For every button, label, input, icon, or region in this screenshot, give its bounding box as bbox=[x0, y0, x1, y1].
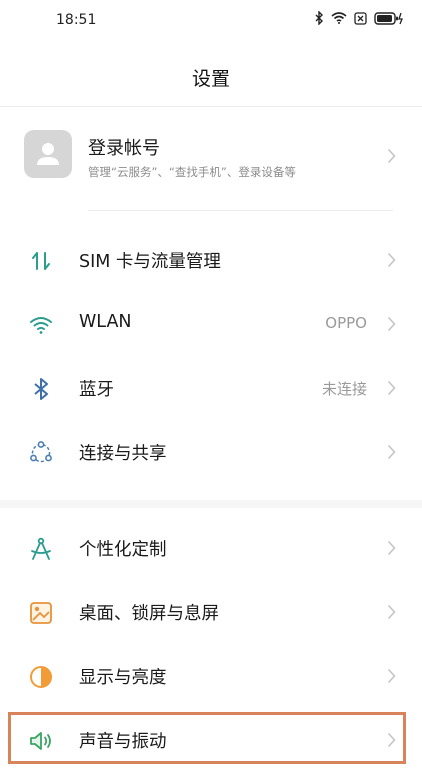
item-label: 蓝牙 bbox=[79, 380, 114, 400]
settings-item-bluetooth[interactable]: 蓝牙 未连接 bbox=[0, 356, 422, 420]
account-divider bbox=[88, 210, 393, 211]
status-bar: 18:51 bbox=[0, 0, 422, 40]
bluetooth-icon bbox=[34, 378, 48, 400]
wifi-icon bbox=[30, 317, 52, 334]
compass-icon bbox=[31, 537, 51, 560]
chevron-right-icon bbox=[387, 252, 396, 268]
item-value: 未连接 bbox=[321, 380, 367, 398]
item-label: 连接与共享 bbox=[79, 444, 167, 464]
no-sim-icon bbox=[354, 11, 367, 25]
status-time: 18:51 bbox=[56, 12, 97, 28]
chevron-right-icon bbox=[387, 380, 396, 396]
sim-data-icon bbox=[32, 252, 50, 270]
wallpaper-icon bbox=[30, 602, 52, 624]
wifi-status-icon bbox=[331, 12, 347, 24]
chevron-right-icon bbox=[387, 540, 396, 556]
item-value: OPPO bbox=[325, 314, 367, 332]
account-title: 登录帐号 bbox=[88, 138, 160, 159]
settings-item-sim[interactable]: SIM 卡与流量管理 bbox=[0, 228, 422, 292]
account-subtitle: 管理“云服务”、“查找手机”、登录设备等 bbox=[88, 165, 296, 179]
battery-charging-icon bbox=[374, 11, 403, 25]
status-icons bbox=[314, 11, 404, 25]
settings-item-connection-sharing[interactable]: 连接与共享 bbox=[0, 420, 422, 484]
item-label: 桌面、锁屏与息屏 bbox=[79, 604, 219, 624]
item-label: SIM 卡与流量管理 bbox=[79, 252, 221, 272]
chevron-right-icon bbox=[387, 604, 396, 620]
settings-item-display[interactable]: 显示与亮度 bbox=[0, 644, 422, 708]
item-label: WLAN bbox=[79, 312, 132, 332]
chevron-right-icon bbox=[387, 444, 396, 460]
account-row[interactable]: 登录帐号 管理“云服务”、“查找手机”、登录设备等 bbox=[0, 118, 422, 202]
settings-item-personalization[interactable]: 个性化定制 bbox=[0, 516, 422, 580]
bluetooth-status-icon bbox=[315, 11, 323, 25]
settings-item-home-lock[interactable]: 桌面、锁屏与息屏 bbox=[0, 580, 422, 644]
chevron-right-icon bbox=[387, 148, 396, 164]
item-label: 个性化定制 bbox=[79, 540, 167, 560]
chevron-right-icon bbox=[387, 316, 396, 332]
item-label: 显示与亮度 bbox=[79, 668, 167, 688]
avatar bbox=[24, 130, 72, 178]
chevron-right-icon bbox=[387, 668, 396, 684]
highlight-box bbox=[8, 712, 406, 764]
person-icon bbox=[37, 143, 59, 165]
share-icon bbox=[30, 441, 52, 463]
group-divider bbox=[0, 500, 422, 508]
page-title: 设置 bbox=[191, 68, 230, 90]
settings-item-wlan[interactable]: WLAN OPPO bbox=[0, 292, 422, 356]
brightness-icon bbox=[30, 666, 52, 688]
header-divider bbox=[0, 106, 422, 107]
